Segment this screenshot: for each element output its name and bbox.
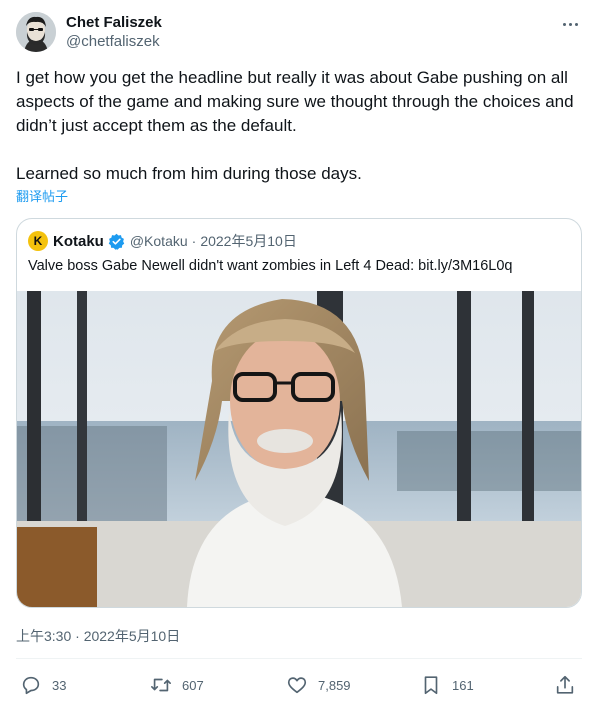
reply-icon: [22, 676, 40, 695]
tweet-card: Chet Faliszek @chetfaliszek I get how yo…: [0, 0, 598, 706]
heart-icon: [287, 677, 307, 694]
reply-button[interactable]: 33: [20, 670, 66, 700]
divider: [16, 658, 582, 659]
bookmark-count: 161: [452, 677, 474, 693]
retweet-icon: [151, 678, 171, 692]
quoted-tweet-header: K Kotaku @Kotaku · 2022年5月10日: [28, 231, 297, 251]
author-handle[interactable]: @chetfaliszek: [66, 33, 160, 50]
action-bar: 33 607 7,859 161: [0, 670, 598, 700]
tweet-header: Chet Faliszek @chetfaliszek: [16, 12, 586, 56]
quoted-author-name[interactable]: Kotaku: [53, 233, 104, 250]
quoted-tweet[interactable]: K Kotaku @Kotaku · 2022年5月10日 Valve boss…: [16, 218, 582, 608]
bookmark-button[interactable]: 161: [420, 670, 474, 700]
author-avatar[interactable]: [16, 12, 56, 52]
share-button[interactable]: [554, 670, 576, 700]
quoted-tweet-photo[interactable]: [17, 291, 581, 607]
tweet-timestamp[interactable]: 上午3:30 · 2022年5月10日: [16, 626, 180, 646]
more-options-icon[interactable]: [558, 14, 582, 34]
retweet-button[interactable]: 607: [150, 670, 204, 700]
author-name[interactable]: Chet Faliszek: [66, 14, 162, 31]
kotaku-logo[interactable]: K: [28, 231, 48, 251]
quoted-tweet-date[interactable]: 2022年5月10日: [200, 231, 297, 251]
like-button[interactable]: 7,859: [286, 670, 351, 700]
bookmark-icon: [424, 676, 438, 695]
retweet-count: 607: [182, 677, 204, 693]
like-count: 7,859: [318, 677, 351, 693]
separator-dot: ·: [191, 233, 197, 249]
verified-badge-icon: [108, 233, 125, 250]
quoted-tweet-text: Valve boss Gabe Newell didn't want zombi…: [28, 258, 513, 274]
share-icon: [556, 675, 574, 694]
tweet-text: I get how you get the headline but reall…: [16, 68, 574, 183]
quoted-author-handle[interactable]: @Kotaku: [130, 233, 188, 249]
translate-post-link[interactable]: 翻译帖子: [16, 186, 68, 205]
reply-count: 33: [52, 677, 67, 693]
